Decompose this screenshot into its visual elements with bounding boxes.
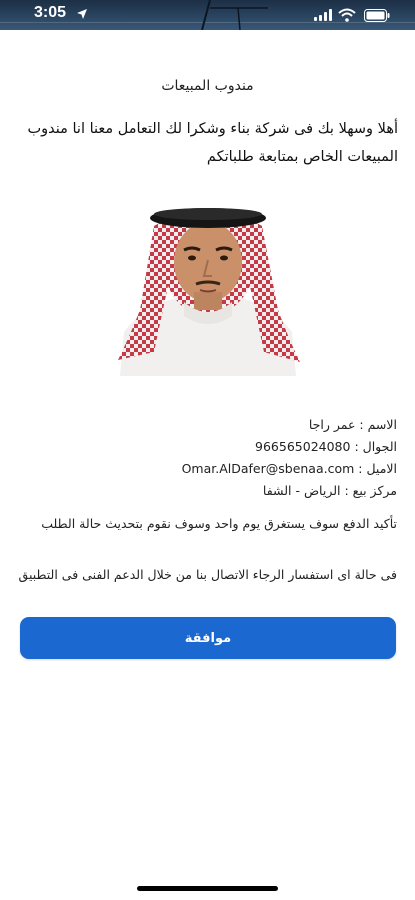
agree-button[interactable]: موافقة	[20, 617, 396, 659]
agent-phone: الجوال : 966565024080	[255, 439, 397, 454]
sales-agent-photo	[114, 192, 302, 376]
location-arrow-icon	[77, 9, 87, 19]
agent-name: الاسم : عمر راجا	[308, 417, 397, 432]
status-bar: 3:05	[0, 0, 415, 30]
agent-email: الاميل : Omar.AlDafer@sbenaa.com	[181, 461, 397, 476]
crane-silhouette-icon	[201, 0, 268, 30]
welcome-message: أهلا وسهلا بك فى شركة بناء وشكرا لك التع…	[27, 121, 398, 165]
home-indicator[interactable]	[137, 886, 278, 891]
agent-sales-center: مركز بيع : الرياض - الشفا	[262, 483, 397, 498]
status-time: 3:05	[34, 4, 67, 21]
page-title: مندوب المبيعات	[161, 78, 254, 94]
battery-icon	[364, 9, 390, 22]
support-note: فى حالة اى استفسار الرجاء الاتصال بنا من…	[18, 567, 397, 582]
wifi-icon	[338, 8, 356, 22]
agent-portrait-illustration	[114, 192, 302, 376]
agent-info: الاسم : عمر راجا الجوال : 966565024080 ا…	[37, 414, 397, 502]
cellular-signal-icon	[314, 9, 332, 21]
payment-confirmation-note: تأكيد الدفع سوف يستغرق يوم واحد وسوف نقو…	[41, 516, 397, 531]
